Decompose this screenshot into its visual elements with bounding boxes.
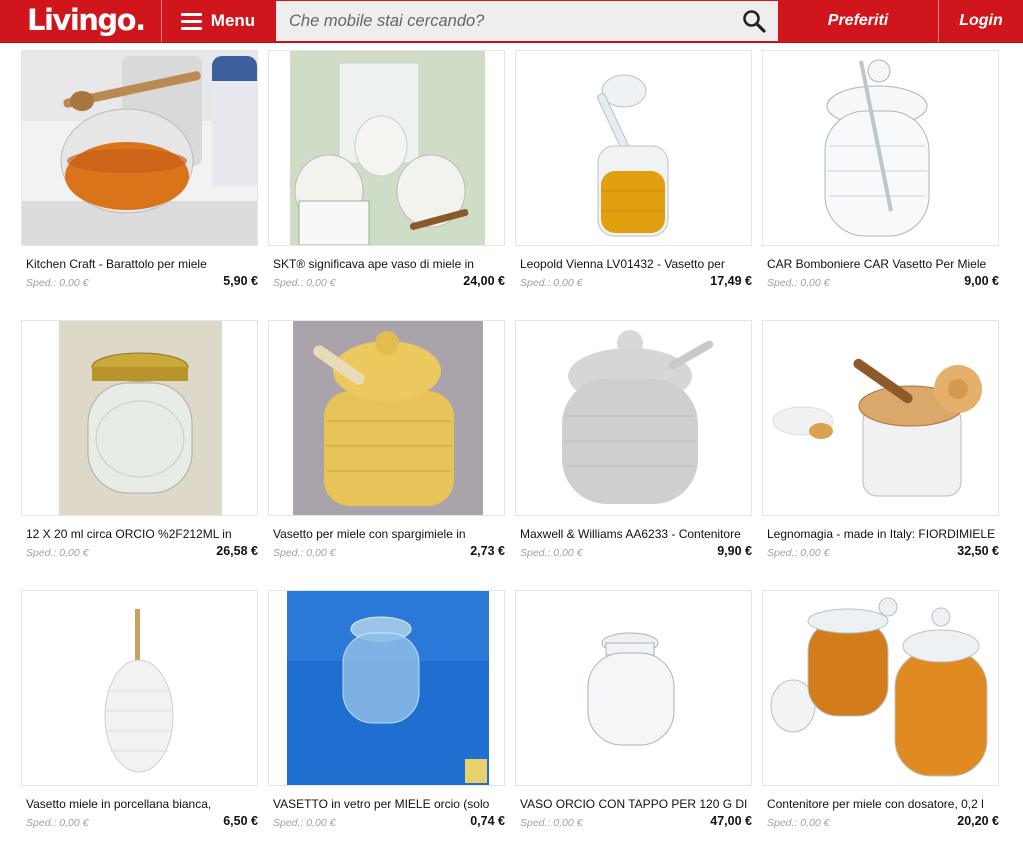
product-price: 24,00 € <box>463 274 505 288</box>
product-card[interactable]: VASETTO in vetro per MIELE orcio (solo S… <box>268 590 505 840</box>
product-card[interactable]: Legnomagia - made in Italy: FIORDIMIELE … <box>762 320 999 570</box>
product-card[interactable]: CAR Bomboniere CAR Vasetto Per Miele Spe… <box>762 50 999 300</box>
product-card[interactable]: 12 X 20 ml circa ORCIO %2F212ML in Sped.… <box>21 320 258 570</box>
product-card[interactable]: Contenitore per miele con dosatore, 0,2 … <box>762 590 999 840</box>
shipping-cost: Sped.: 0,00 € <box>767 277 830 289</box>
product-title[interactable]: VASO ORCIO CON TAPPO PER 120 G DI <box>520 797 752 811</box>
product-card[interactable]: Vasetto per miele con spargimiele in Spe… <box>268 320 505 570</box>
product-price: 20,20 € <box>957 814 999 828</box>
product-title[interactable]: Vasetto per miele con spargimiele in <box>273 527 505 541</box>
product-price: 2,73 € <box>470 544 505 558</box>
shipping-cost: Sped.: 0,00 € <box>520 277 583 289</box>
product-title[interactable]: SKT® significava ape vaso di miele in <box>273 257 505 271</box>
shipping-cost: Sped.: 0,00 € <box>520 817 583 829</box>
product-price: 17,49 € <box>710 274 752 288</box>
product-price: 0,74 € <box>470 814 505 828</box>
product-image[interactable] <box>268 320 505 516</box>
product-title[interactable]: VASETTO in vetro per MIELE orcio (solo <box>273 797 505 811</box>
product-card[interactable]: Vasetto miele in porcellana bianca, Sped… <box>21 590 258 840</box>
search-icon[interactable] <box>742 9 766 33</box>
product-card[interactable]: VASO ORCIO CON TAPPO PER 120 G DI Sped.:… <box>515 590 752 840</box>
product-price: 32,50 € <box>957 544 999 558</box>
shipping-cost: Sped.: 0,00 € <box>26 817 89 829</box>
favorites-link[interactable]: Preferiti <box>779 0 937 42</box>
product-price: 47,00 € <box>710 814 752 828</box>
product-price: 26,58 € <box>216 544 258 558</box>
search-input[interactable] <box>276 1 778 41</box>
product-image[interactable] <box>21 590 258 786</box>
product-image[interactable] <box>21 50 258 246</box>
shipping-cost: Sped.: 0,00 € <box>520 547 583 559</box>
product-image[interactable] <box>515 50 752 246</box>
hamburger-icon <box>180 12 202 30</box>
shipping-cost: Sped.: 0,00 € <box>273 547 336 559</box>
product-image[interactable] <box>515 320 752 516</box>
product-image[interactable] <box>762 590 999 786</box>
shipping-cost: Sped.: 0,00 € <box>26 277 89 289</box>
product-image[interactable] <box>762 50 999 246</box>
shipping-cost: Sped.: 0,00 € <box>767 817 830 829</box>
product-price: 9,90 € <box>717 544 752 558</box>
product-card[interactable]: Kitchen Craft - Barattolo per miele Sped… <box>21 50 258 300</box>
product-card[interactable]: Maxwell & Williams AA6233 - Contenitore … <box>515 320 752 570</box>
menu-button[interactable]: Menu <box>162 0 274 42</box>
product-title[interactable]: Maxwell & Williams AA6233 - Contenitore <box>520 527 752 541</box>
product-title[interactable]: 12 X 20 ml circa ORCIO %2F212ML in <box>26 527 258 541</box>
product-image[interactable] <box>268 50 505 246</box>
top-navbar: Livingo. Menu Preferiti Login <box>0 0 1023 43</box>
product-title[interactable]: Leopold Vienna LV01432 - Vasetto per <box>520 257 752 271</box>
shipping-cost: Sped.: 0,00 € <box>26 547 89 559</box>
product-image[interactable] <box>762 320 999 516</box>
menu-label: Menu <box>210 11 256 30</box>
product-title[interactable]: Legnomagia - made in Italy: FIORDIMIELE <box>767 527 999 541</box>
livingo-logo[interactable]: Livingo. <box>27 3 146 37</box>
product-card[interactable]: SKT® significava ape vaso di miele in Sp… <box>268 50 505 300</box>
product-title[interactable]: Contenitore per miele con dosatore, 0,2 … <box>767 797 999 811</box>
product-card[interactable]: Leopold Vienna LV01432 - Vasetto per Spe… <box>515 50 752 300</box>
product-price: 9,00 € <box>964 274 999 288</box>
product-price: 6,50 € <box>223 814 258 828</box>
product-price: 5,90 € <box>223 274 258 288</box>
shipping-cost: Sped.: 0,00 € <box>767 547 830 559</box>
shipping-cost: Sped.: 0,00 € <box>273 817 336 829</box>
product-title[interactable]: CAR Bomboniere CAR Vasetto Per Miele <box>767 257 999 271</box>
product-image[interactable] <box>21 320 258 516</box>
product-title[interactable]: Vasetto miele in porcellana bianca, <box>26 797 258 811</box>
product-image[interactable] <box>515 590 752 786</box>
product-image[interactable] <box>268 590 505 786</box>
login-link[interactable]: Login <box>939 0 1023 42</box>
shipping-cost: Sped.: 0,00 € <box>273 277 336 289</box>
product-title[interactable]: Kitchen Craft - Barattolo per miele <box>26 257 258 271</box>
